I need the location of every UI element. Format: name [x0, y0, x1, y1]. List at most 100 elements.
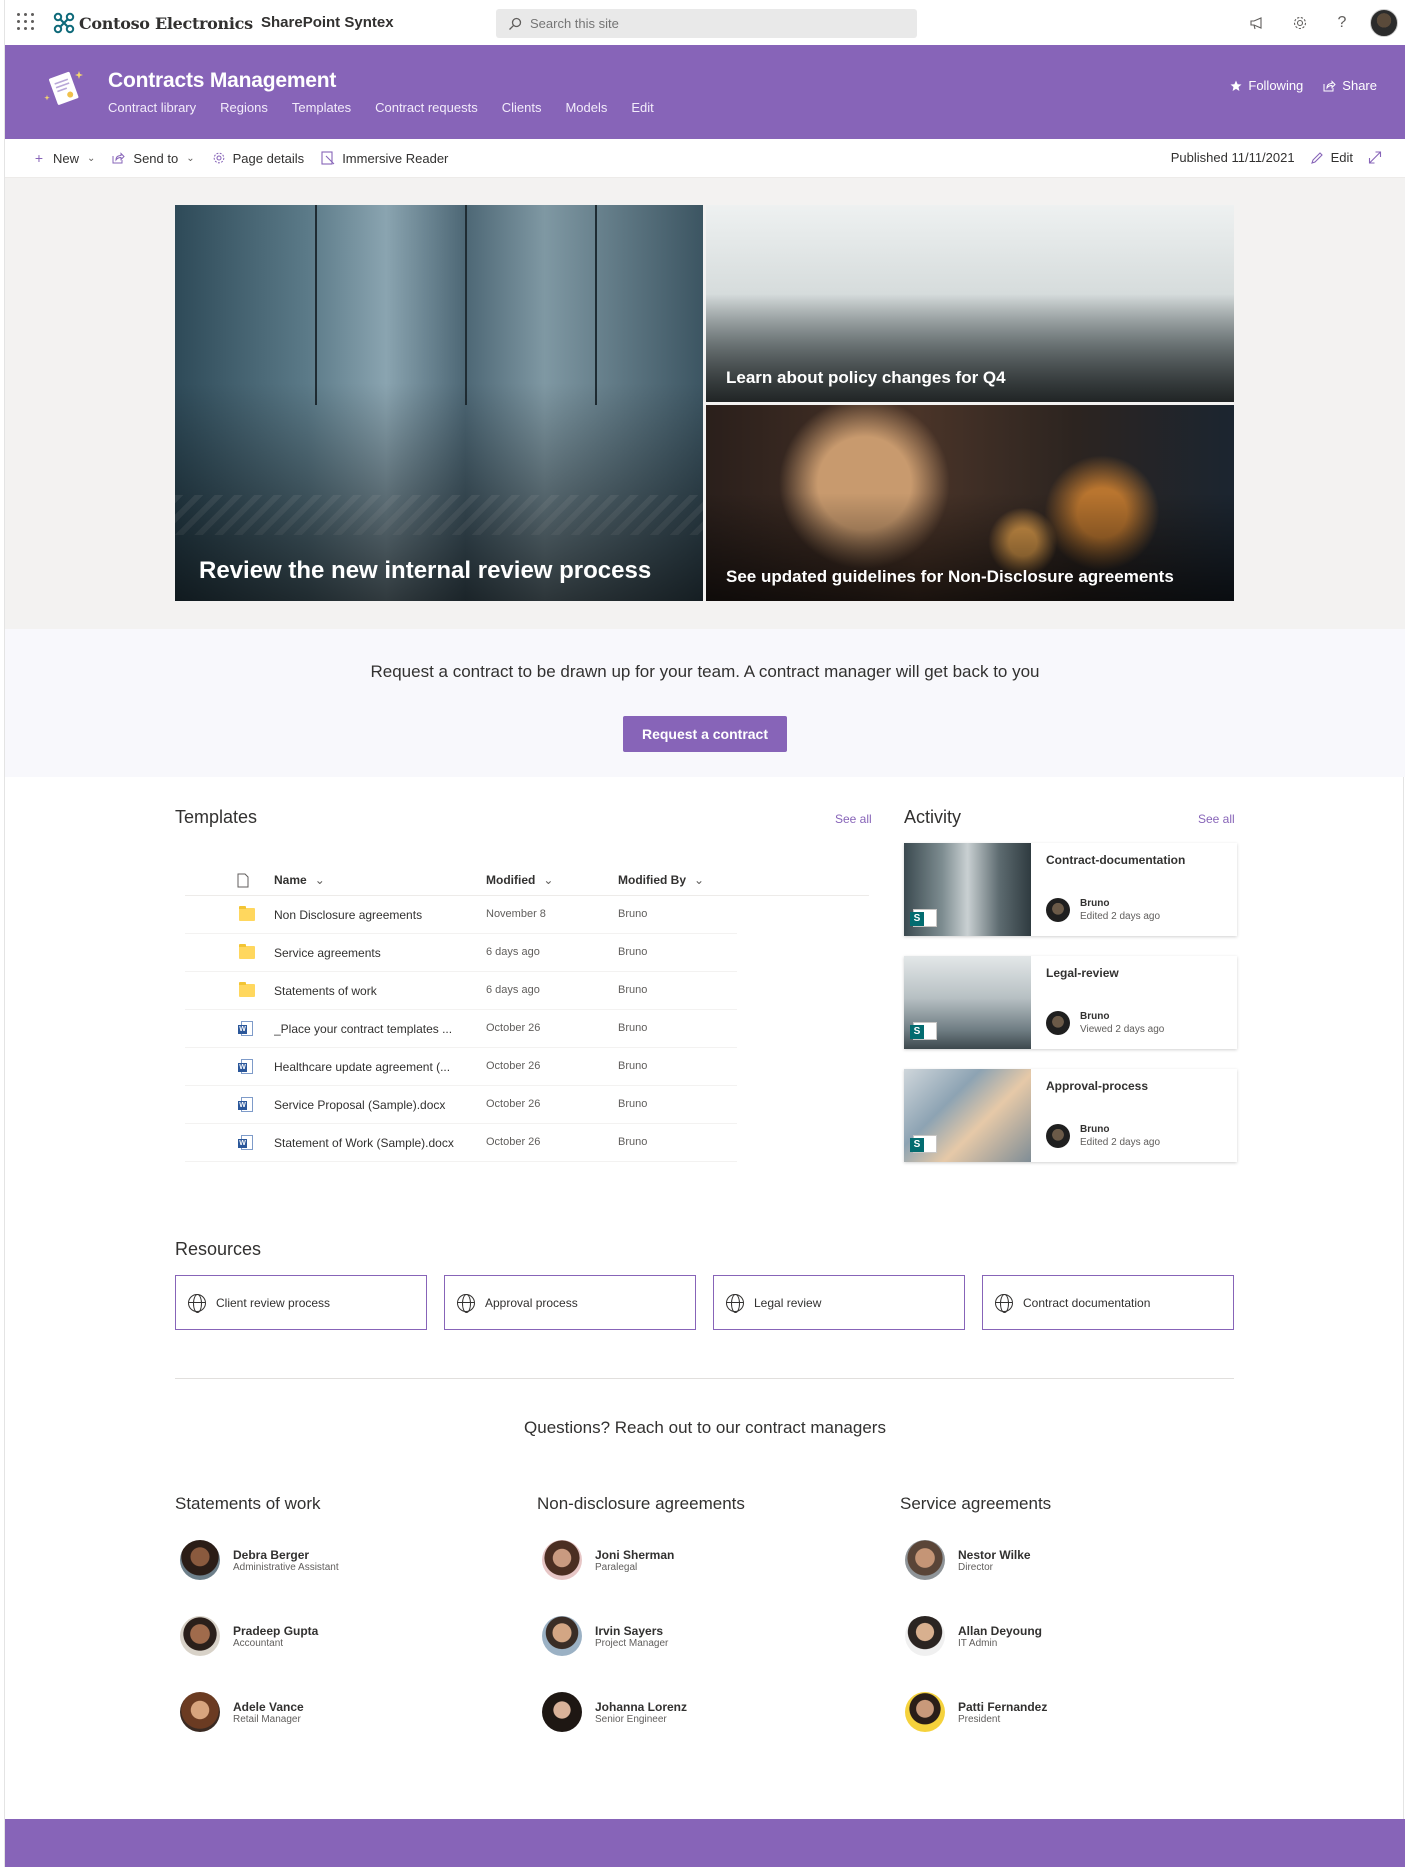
person-card[interactable]: Johanna Lorenz Senior Engineer	[537, 1692, 837, 1740]
following-button[interactable]: Following	[1230, 78, 1303, 93]
modified-by-column-header[interactable]: Modified By ⌄	[618, 873, 704, 887]
table-row[interactable]: Service Proposal (Sample).docx October 2…	[185, 1086, 737, 1124]
nav-item-templates[interactable]: Templates	[292, 100, 351, 115]
activity-card[interactable]: Legal-review Bruno Viewed 2 days ago	[904, 956, 1237, 1049]
file-name[interactable]: Healthcare update agreement (...	[274, 1060, 474, 1074]
word-doc-icon	[238, 1097, 253, 1112]
table-row[interactable]: Healthcare update agreement (... October…	[185, 1048, 737, 1086]
activity-title: Activity	[904, 807, 962, 827]
app-name[interactable]: SharePoint Syntex	[261, 14, 394, 31]
table-row[interactable]: Non Disclosure agreements November 8 Bru…	[185, 896, 737, 934]
nav-item-models[interactable]: Models	[565, 100, 607, 115]
resource-link-legal-review[interactable]: Legal review	[713, 1275, 965, 1330]
name-column-header[interactable]: Name ⌄	[274, 873, 325, 887]
resource-link-contract-documentation[interactable]: Contract documentation	[982, 1275, 1234, 1330]
modified-date: October 26	[486, 1098, 541, 1110]
file-name[interactable]: _Place your contract templates ...	[274, 1022, 474, 1036]
gear-icon[interactable]	[1279, 0, 1321, 45]
site-header: Contracts Management Contract library Re…	[5, 45, 1405, 139]
modified-by: Bruno	[618, 908, 648, 920]
send-to-button[interactable]: Send to ⌄	[111, 150, 195, 166]
person-name: Nestor Wilke	[958, 1548, 1031, 1562]
modified-column-header[interactable]: Modified ⌄	[486, 873, 553, 887]
document-icon	[237, 873, 249, 888]
table-row[interactable]: _Place your contract templates ... Octob…	[185, 1010, 737, 1048]
site-title[interactable]: Contracts Management	[108, 69, 336, 93]
site-nav: Contract library Regions Templates Contr…	[108, 100, 654, 115]
table-row[interactable]: Statements of work 6 days ago Bruno	[185, 972, 737, 1010]
request-contract-button[interactable]: Request a contract	[623, 716, 787, 752]
person-card[interactable]: Nestor Wilke Director	[900, 1540, 1200, 1588]
section-divider	[175, 1378, 1234, 1379]
search-box[interactable]	[496, 9, 917, 38]
resource-link-client-review[interactable]: Client review process	[175, 1275, 427, 1330]
resource-link-label: Contract documentation	[1023, 1295, 1151, 1310]
contacts-heading: Questions? Reach out to our contract man…	[524, 1418, 886, 1437]
share-button[interactable]: Share	[1323, 78, 1377, 93]
app-launcher-icon[interactable]	[17, 13, 35, 31]
new-button[interactable]: + New ⌄	[31, 150, 96, 166]
immersive-reader-button[interactable]: Immersive Reader	[320, 150, 448, 166]
megaphone-icon[interactable]	[1237, 0, 1279, 45]
person-name: Allan Deyoung	[958, 1624, 1043, 1638]
file-type-column[interactable]	[237, 873, 249, 888]
person-card[interactable]: Debra Berger Administrative Assistant	[175, 1540, 475, 1588]
person-card[interactable]: Allan Deyoung IT Admin	[900, 1616, 1200, 1664]
nav-item-contract-library[interactable]: Contract library	[108, 100, 196, 115]
help-icon[interactable]: ?	[1321, 0, 1363, 45]
nav-item-clients[interactable]: Clients	[502, 100, 542, 115]
brand-name: Contoso Electronics	[79, 13, 253, 33]
activity-user: Bruno	[1080, 898, 1110, 909]
person-card[interactable]: Adele Vance Retail Manager	[175, 1692, 475, 1740]
person-card[interactable]: Joni Sherman Paralegal	[537, 1540, 837, 1588]
brand[interactable]: Contoso Electronics	[53, 12, 253, 34]
edit-label: Edit	[1330, 150, 1353, 165]
resource-link-approval-process[interactable]: Approval process	[444, 1275, 696, 1330]
account-avatar[interactable]	[1363, 0, 1405, 45]
hero-tile-main[interactable]: Review the new internal review process	[175, 205, 703, 601]
command-bar: + New ⌄ Send to ⌄ Page details Immersive…	[5, 139, 1405, 178]
person-card[interactable]: Patti Fernandez President	[900, 1692, 1200, 1740]
activity-see-all-link[interactable]: See all	[1198, 812, 1235, 826]
table-row[interactable]: Statement of Work (Sample).docx October …	[185, 1124, 737, 1162]
avatar	[905, 1540, 945, 1580]
nav-item-edit[interactable]: Edit	[631, 100, 653, 115]
table-row[interactable]: Service agreements 6 days ago Bruno	[185, 934, 737, 972]
file-name[interactable]: Service agreements	[274, 946, 474, 960]
nav-item-contract-requests[interactable]: Contract requests	[375, 100, 478, 115]
resource-link-label: Client review process	[216, 1295, 331, 1310]
person-card[interactable]: Pradeep Gupta Accountant	[175, 1616, 475, 1664]
search-input[interactable]	[530, 16, 890, 31]
modified-date: 6 days ago	[486, 946, 540, 958]
edit-button[interactable]: Edit	[1309, 150, 1353, 165]
file-name[interactable]: Statement of Work (Sample).docx	[274, 1136, 474, 1150]
avatar	[180, 1540, 220, 1580]
people-group-title: Service agreements	[900, 1494, 1052, 1513]
word-doc-icon	[238, 1135, 253, 1150]
page-details-button[interactable]: Page details	[211, 150, 304, 166]
person-role: Accountant	[233, 1638, 284, 1649]
hero-tile-top-right[interactable]: Learn about policy changes for Q4	[706, 205, 1234, 402]
expand-icon	[1368, 151, 1382, 164]
activity-card[interactable]: Approval-process Bruno Edited 2 days ago	[904, 1069, 1237, 1162]
activity-card[interactable]: Contract-documentation Bruno Edited 2 da…	[904, 843, 1237, 936]
new-label: New	[53, 150, 80, 166]
avatar	[905, 1616, 945, 1656]
file-name[interactable]: Non Disclosure agreements	[274, 908, 474, 922]
expand-button[interactable]	[1367, 151, 1383, 164]
hero-tile-bottom-right[interactable]: See updated guidelines for Non-Disclosur…	[706, 405, 1234, 601]
avatar	[1370, 8, 1398, 37]
nav-item-regions[interactable]: Regions	[220, 100, 268, 115]
contoso-logo-icon	[53, 12, 75, 34]
hero-section: Review the new internal review process L…	[5, 178, 1405, 629]
person-card[interactable]: Irvin Sayers Project Manager	[537, 1616, 837, 1664]
file-name[interactable]: Statements of work	[274, 984, 474, 998]
person-role: Retail Manager	[233, 1714, 301, 1725]
file-name[interactable]: Service Proposal (Sample).docx	[274, 1098, 474, 1112]
modified-by-column-label: Modified By	[618, 873, 686, 887]
plus-icon: +	[34, 150, 44, 166]
footer-band	[5, 1819, 1405, 1867]
globe-icon	[188, 1293, 206, 1313]
templates-see-all-link[interactable]: See all	[835, 812, 872, 826]
modified-by: Bruno	[618, 984, 648, 996]
